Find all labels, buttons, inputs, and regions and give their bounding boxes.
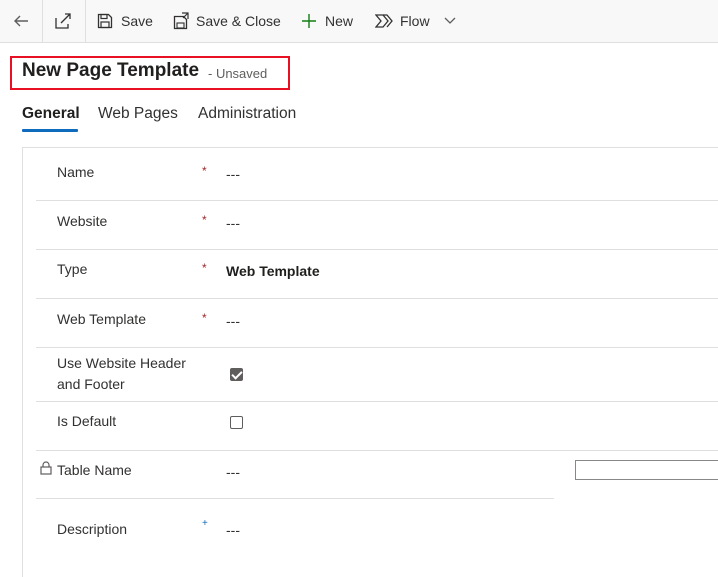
open-new-window-button[interactable]	[54, 12, 72, 30]
save-label: Save	[121, 13, 153, 29]
required-indicator: *	[202, 164, 207, 178]
open-in-new-window-icon	[55, 13, 71, 29]
new-label: New	[325, 13, 354, 29]
side-text-input[interactable]	[575, 460, 718, 480]
title-highlight-box: New Page Template - Unsaved	[10, 56, 290, 90]
row-divider	[36, 450, 718, 451]
use-header-footer-label-line1: Use Website Header	[57, 355, 186, 371]
plus-icon	[302, 14, 316, 28]
command-bar: Save Save & Close New Flow	[0, 0, 718, 43]
required-indicator: *	[202, 261, 207, 275]
active-tab-indicator	[22, 129, 78, 132]
is-default-checkbox[interactable]	[230, 416, 243, 429]
website-label: Website	[57, 213, 108, 229]
type-field[interactable]: Web Template	[226, 263, 320, 279]
save-button[interactable]: Save	[97, 13, 153, 29]
description-field[interactable]: ---	[226, 522, 240, 538]
save-and-close-label: Save & Close	[196, 13, 281, 29]
row-divider	[36, 298, 718, 299]
type-label: Type	[57, 261, 88, 277]
new-button[interactable]: New	[301, 13, 353, 29]
website-field[interactable]: ---	[226, 215, 240, 231]
name-field[interactable]: ---	[226, 166, 240, 182]
name-label: Name	[57, 164, 95, 180]
use-header-footer-label-line2: and Footer	[57, 376, 125, 392]
required-indicator: *	[202, 213, 207, 227]
row-divider	[36, 200, 718, 201]
recommended-indicator: +	[202, 518, 208, 529]
chevron-down-icon[interactable]	[444, 17, 456, 25]
toolbar-divider	[42, 0, 43, 43]
flow-button[interactable]: Flow	[375, 13, 456, 29]
flow-icon	[375, 14, 393, 28]
use-header-footer-checkbox[interactable]	[230, 368, 243, 381]
tab-general[interactable]: General	[22, 105, 80, 123]
tab-web-pages[interactable]: Web Pages	[98, 105, 178, 123]
lock-icon	[40, 461, 52, 475]
page-title: New Page Template	[22, 60, 200, 81]
row-divider	[36, 498, 554, 499]
back-button[interactable]	[12, 12, 30, 30]
row-divider	[36, 347, 718, 348]
flow-label: Flow	[400, 13, 430, 29]
row-divider	[36, 401, 718, 402]
save-icon	[97, 13, 113, 29]
description-label: Description	[57, 521, 128, 537]
is-default-label: Is Default	[57, 413, 117, 429]
back-arrow-icon	[14, 15, 28, 27]
toolbar-divider	[85, 0, 86, 43]
web-template-label: Web Template	[57, 311, 146, 327]
table-name-label: Table Name	[57, 462, 132, 478]
table-name-field: ---	[226, 464, 240, 480]
save-and-close-button[interactable]: Save & Close	[173, 12, 281, 30]
tab-administration[interactable]: Administration	[198, 105, 296, 123]
required-indicator: *	[202, 311, 207, 325]
web-template-field[interactable]: ---	[226, 313, 240, 329]
save-and-close-icon	[173, 12, 189, 30]
save-status: - Unsaved	[208, 66, 268, 81]
row-divider	[36, 249, 718, 250]
